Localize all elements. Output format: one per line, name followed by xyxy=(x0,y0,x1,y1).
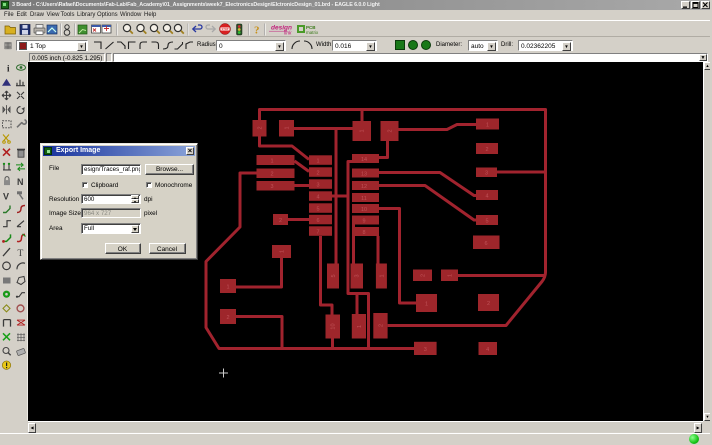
svg-text:N: N xyxy=(17,177,24,187)
svg-text:9: 9 xyxy=(362,219,365,225)
svg-text:2: 2 xyxy=(226,315,229,321)
svg-text:2: 2 xyxy=(487,301,490,307)
svg-text:2: 2 xyxy=(279,218,282,224)
svg-text:11: 11 xyxy=(361,196,367,202)
svg-text:2: 2 xyxy=(388,129,394,132)
svg-text:3: 3 xyxy=(485,171,488,177)
svg-text:2: 2 xyxy=(485,147,488,153)
svg-text:1: 1 xyxy=(379,274,385,277)
svg-text:1: 1 xyxy=(486,123,489,129)
svg-text:5: 5 xyxy=(316,207,319,213)
svg-text:?: ? xyxy=(254,25,260,37)
svg-text:7: 7 xyxy=(316,230,319,236)
svg-text:4: 4 xyxy=(316,195,319,201)
svg-text:2: 2 xyxy=(270,172,273,178)
svg-text:1: 1 xyxy=(448,274,454,277)
svg-text:5: 5 xyxy=(331,274,337,277)
svg-text:3: 3 xyxy=(270,184,273,190)
svg-text:6: 6 xyxy=(316,218,319,224)
svg-text:3: 3 xyxy=(424,347,427,353)
svg-text:1: 1 xyxy=(270,159,273,165)
svg-text:10: 10 xyxy=(361,207,367,213)
svg-text:1: 1 xyxy=(226,285,229,291)
svg-text:1: 1 xyxy=(285,126,291,129)
svg-text:2: 2 xyxy=(316,171,319,177)
svg-text:10: 10 xyxy=(331,323,337,329)
svg-text:V: V xyxy=(3,191,9,201)
svg-text:1: 1 xyxy=(425,302,428,308)
svg-text:3: 3 xyxy=(355,274,361,277)
svg-text:12: 12 xyxy=(361,184,367,190)
svg-text:4: 4 xyxy=(485,194,488,200)
svg-text:i: i xyxy=(7,64,10,74)
svg-text:2: 2 xyxy=(258,126,264,129)
svg-text:5: 5 xyxy=(485,219,488,225)
svg-text:matrix: matrix xyxy=(306,30,319,35)
svg-text:4: 4 xyxy=(486,347,489,353)
svg-text:13: 13 xyxy=(361,172,367,178)
svg-text:1: 1 xyxy=(280,250,286,253)
svg-text:2: 2 xyxy=(378,324,384,327)
svg-text:T: T xyxy=(18,249,24,259)
svg-text:2: 2 xyxy=(421,274,427,277)
svg-text:1: 1 xyxy=(316,159,319,165)
svg-text:8: 8 xyxy=(362,230,365,236)
svg-text:14: 14 xyxy=(361,157,367,163)
svg-text:STOP: STOP xyxy=(221,27,228,31)
svg-text:1: 1 xyxy=(360,129,366,132)
svg-text:6: 6 xyxy=(484,241,487,247)
svg-text:1: 1 xyxy=(357,325,363,328)
svg-text:3: 3 xyxy=(316,183,319,189)
